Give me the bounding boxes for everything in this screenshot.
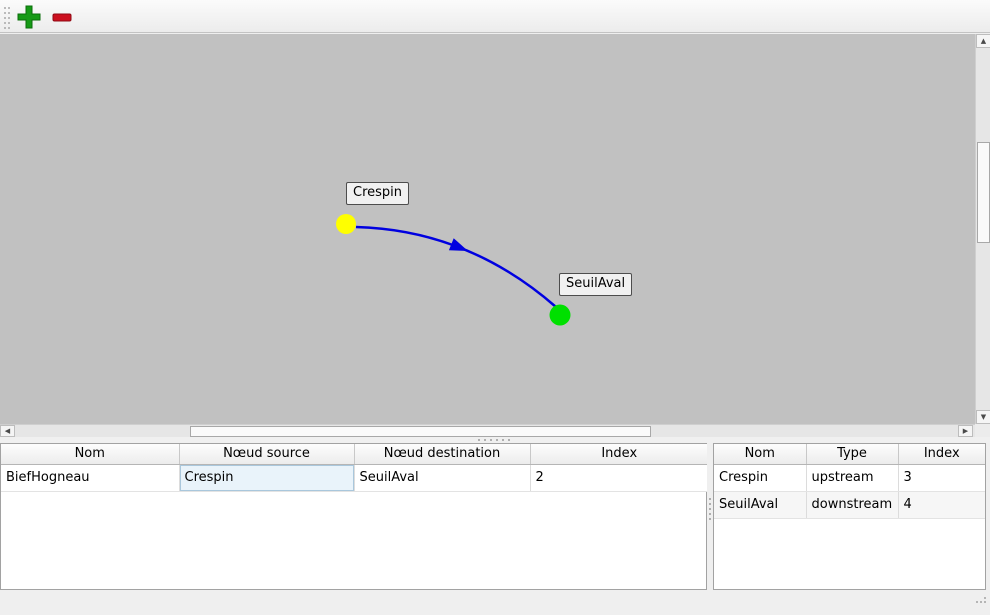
minus-shape [53, 14, 71, 21]
cell-node-index[interactable]: 3 [898, 464, 985, 491]
scroll-up-button[interactable]: ▲ [976, 34, 990, 48]
scroll-up-icon: ▲ [981, 38, 986, 45]
table-row: BiefHogneau Crespin SeuilAval 2 [1, 464, 708, 491]
app-window: Crespin SeuilAval ▲ ▼ ◀ ▶ Nom [0, 0, 990, 615]
scroll-right-button[interactable]: ▶ [958, 425, 973, 437]
nodes-header-type[interactable]: Type [806, 444, 898, 464]
node-label-seuilaval[interactable]: SeuilAval [559, 273, 632, 296]
pane-grip-icon [709, 498, 711, 500]
cell-reach-nom[interactable]: BiefHogneau [1, 464, 179, 491]
edge-arrowhead-icon [449, 238, 468, 251]
nodes-header-index[interactable]: Index [898, 444, 985, 464]
cell-node-nom[interactable]: SeuilAval [714, 491, 806, 518]
reaches-header-index[interactable]: Index [530, 444, 708, 464]
minus-icon [49, 4, 75, 30]
nodes-header-row: Nom Type Index [714, 444, 985, 464]
scrollbar-corner [975, 424, 990, 437]
reaches-header-nom[interactable]: Nom [1, 444, 179, 464]
table-row: SeuilAval downstream 4 [714, 491, 985, 518]
cell-reach-index[interactable]: 2 [530, 464, 708, 491]
graph-svg [0, 34, 975, 424]
cell-reach-destination[interactable]: SeuilAval [354, 464, 530, 491]
vertical-scrollbar[interactable]: ▲ ▼ [975, 34, 990, 424]
window-resize-grip[interactable] [976, 601, 978, 603]
edge-biefhogneau[interactable] [356, 227, 556, 307]
add-button[interactable] [13, 2, 45, 31]
cell-node-nom[interactable]: Crespin [714, 464, 806, 491]
scroll-right-icon: ▶ [963, 428, 968, 435]
node-crespin[interactable] [336, 214, 356, 234]
scroll-left-icon: ◀ [5, 428, 10, 435]
cell-node-type[interactable]: upstream [806, 464, 898, 491]
reaches-table: Nom Nœud source Nœud destination Index B… [0, 443, 707, 590]
horizontal-scrollbar[interactable]: ◀ ▶ [0, 424, 975, 437]
scroll-down-icon: ▼ [981, 414, 986, 421]
cell-node-index[interactable]: 4 [898, 491, 985, 518]
scroll-left-button[interactable]: ◀ [0, 425, 15, 437]
cell-node-type[interactable]: downstream [806, 491, 898, 518]
graph-canvas[interactable]: Crespin SeuilAval [0, 34, 975, 424]
cell-reach-source[interactable]: Crespin [179, 464, 354, 491]
toolbar [0, 0, 990, 33]
remove-button[interactable] [46, 2, 78, 31]
horizontal-scroll-thumb[interactable] [190, 426, 651, 437]
reaches-header-noeud-source[interactable]: Nœud source [179, 444, 354, 464]
reaches-header-noeud-destination[interactable]: Nœud destination [354, 444, 530, 464]
nodes-table: Nom Type Index Crespin upstream 3 SeuilA… [713, 443, 986, 590]
nodes-header-nom[interactable]: Nom [714, 444, 806, 464]
node-seuilaval[interactable] [550, 305, 571, 326]
table-row: Crespin upstream 3 [714, 464, 985, 491]
plus-icon [16, 4, 42, 30]
vertical-scroll-thumb[interactable] [977, 142, 990, 243]
toolbar-grip[interactable] [4, 7, 6, 9]
plus-shape [18, 6, 40, 28]
node-label-crespin[interactable]: Crespin [346, 182, 409, 205]
scroll-down-button[interactable]: ▼ [976, 410, 990, 424]
pane-grip-icon [478, 439, 480, 441]
reaches-header-row: Nom Nœud source Nœud destination Index [1, 444, 708, 464]
